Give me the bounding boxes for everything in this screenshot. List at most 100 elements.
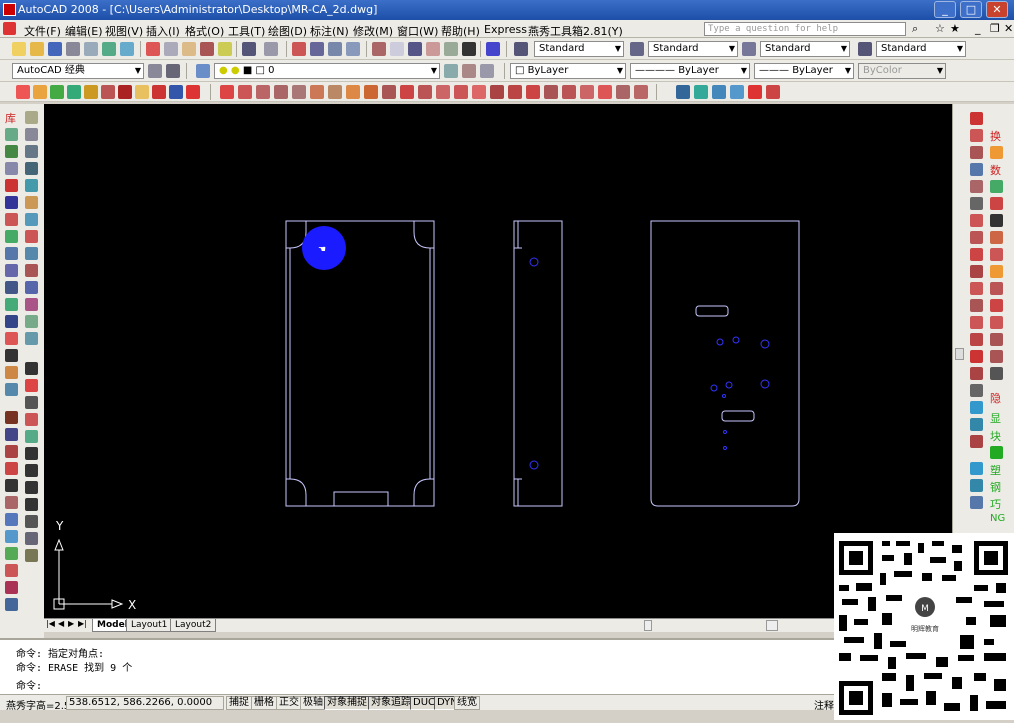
polar-toggle[interactable]: 极轴 [300,696,326,710]
doc-close-button[interactable]: ✕ [1004,22,1013,35]
menu-insert[interactable]: 插入(I) [146,23,180,39]
hook-icon[interactable] [25,230,38,243]
menu-edit[interactable]: 编辑(E) [65,23,103,39]
ring-icon[interactable] [25,315,38,328]
lineweight-select[interactable]: ——— ByLayer ▼ [754,63,854,79]
dim-baseline-icon[interactable] [328,85,342,99]
text-style-select[interactable]: Standard ▼ [534,41,624,57]
guide-pin-icon[interactable] [5,162,18,175]
mold-base-tool[interactable]: 库 [5,110,16,126]
yanxiu-yx-icon[interactable] [152,85,166,99]
dim-tolerance-icon[interactable] [472,85,486,99]
doc-minimize-button[interactable]: _ [975,22,981,35]
tab-nav-next-icon[interactable]: ▶ [68,619,74,628]
yanxiu-info-icon[interactable] [169,85,183,99]
pin-icon[interactable] [5,366,18,379]
text-style-icon[interactable] [514,42,528,56]
make-object-layer-current-icon[interactable] [444,64,458,78]
right-star-icon[interactable] [990,265,1003,278]
dim-override-icon[interactable] [634,85,648,99]
right-curve-icon[interactable] [990,146,1003,159]
right-scale-icon[interactable] [990,197,1003,210]
tool-palettes-icon[interactable] [408,42,422,56]
subscription-icon[interactable]: ☆ [935,22,945,35]
mleader-style-select[interactable]: Standard ▼ [876,41,966,57]
text-icon[interactable] [5,445,18,458]
zoom-icon[interactable] [5,428,18,441]
right-tool-16-icon[interactable] [970,367,983,380]
slider-icon[interactable] [5,298,18,311]
right-label-block[interactable]: 块 [990,428,1001,444]
node-icon[interactable] [25,145,38,158]
spring-icon[interactable] [5,196,18,209]
sprue-icon[interactable] [5,247,18,260]
center-mark-icon[interactable] [220,85,234,99]
chamfer-icon[interactable] [25,162,38,175]
dim-edit-icon[interactable] [616,85,630,99]
yanxiu-skull-icon[interactable] [118,85,132,99]
diag-icon[interactable] [25,247,38,260]
dim-continue-icon[interactable] [364,85,378,99]
yanxiu-grid-icon[interactable] [101,85,115,99]
hscroll-thumb[interactable] [766,620,778,631]
preview-icon[interactable] [84,42,98,56]
dim-space-icon[interactable] [544,85,558,99]
right-tool-3-icon[interactable] [970,146,983,159]
cancel-icon[interactable] [5,179,18,192]
right-label-show[interactable]: 显 [990,410,1001,426]
menu-draw[interactable]: 绘图(D) [268,23,307,39]
dim-chamfer-icon[interactable] [274,85,288,99]
right-tool-15-icon[interactable] [970,350,983,363]
right-label-plastic[interactable]: 塑 [990,462,1001,478]
menu-file[interactable]: 文件(F) [24,23,61,39]
lock-icon[interactable]: ■ [243,65,252,76]
ejector-icon[interactable] [5,230,18,243]
yanxiu-color-icon[interactable] [84,85,98,99]
sun-icon[interactable]: ● [231,65,240,76]
right-tool-13-icon[interactable] [970,316,983,329]
menu-express[interactable]: Express [484,23,527,36]
curve-icon[interactable] [25,179,38,192]
grid-toggle[interactable]: 栅格 [251,696,277,710]
layer-manager-icon[interactable] [196,64,210,78]
arrow-move-icon[interactable] [25,549,38,562]
coordinates-readout[interactable]: 538.6512, 586.2266, 0.0000 [66,696,224,710]
layer-icon[interactable] [5,581,18,594]
dim-radius-icon[interactable] [292,85,306,99]
maximize-button[interactable]: □ [960,1,982,18]
yanxiu-help-icon[interactable] [186,85,200,99]
document-icon[interactable] [3,22,16,35]
dim-update-icon[interactable] [580,85,594,99]
yanxiu-build-icon[interactable] [16,85,30,99]
triangle-icon[interactable] [25,481,38,494]
right-tool-7-icon[interactable] [970,214,983,227]
minimize-button[interactable]: _ [934,1,956,18]
right-tool-1-icon[interactable] [970,112,983,125]
sheet-icon[interactable] [5,598,18,611]
i-beam-icon[interactable] [25,362,38,375]
right-label-number[interactable]: 数 [990,162,1001,178]
undo-icon[interactable] [242,42,256,56]
right-label-trick[interactable]: 巧 [990,496,1001,512]
dim-style-icon[interactable] [630,42,644,56]
right-lines-icon[interactable] [990,231,1003,244]
dim-leader-icon[interactable] [436,85,450,99]
dim-jog-icon[interactable] [526,85,540,99]
circle-3-icon[interactable] [5,564,18,577]
dim-angle-icon[interactable] [256,85,270,99]
right-refresh-icon[interactable] [990,180,1003,193]
right-nh-icon[interactable] [990,350,1003,363]
search-icon[interactable]: ⌕ [912,22,918,36]
crosshair-icon[interactable] [5,349,18,362]
block-icon[interactable] [25,464,38,477]
tab-layout1[interactable]: Layout1 [126,619,173,632]
favorites-icon[interactable]: ★ [950,22,960,35]
3d-dwf-icon[interactable] [120,42,134,56]
tab-nav-first-icon[interactable]: |◀ [46,619,55,628]
close-button[interactable]: ✕ [986,1,1008,18]
paint-icon[interactable] [25,298,38,311]
pen-icon[interactable] [25,264,38,277]
right-tool-8-icon[interactable] [970,231,983,244]
table-style-icon[interactable] [742,42,756,56]
frame-icon[interactable] [5,145,18,158]
